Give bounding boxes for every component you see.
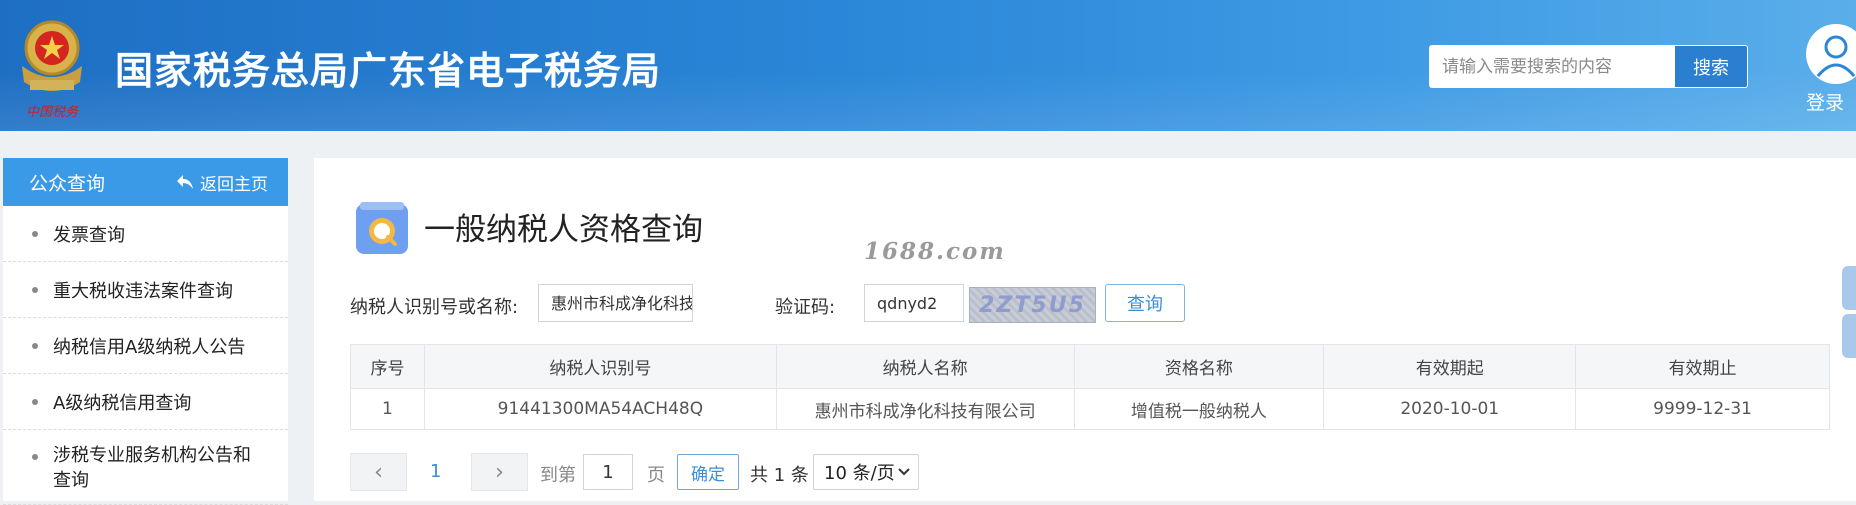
column-header: 纳税人名称 <box>775 344 1075 389</box>
page-unit-label: 页 <box>647 465 665 486</box>
main-panel: 一般纳税人资格查询 1688.com 纳税人识别号或名称: 惠州市科成净化科技有… <box>314 158 1856 501</box>
back-home-link[interactable]: 返回主页 <box>176 170 268 195</box>
bullet-icon <box>32 398 38 405</box>
site-search: 搜索 <box>1429 45 1748 88</box>
bullet-icon <box>32 342 38 349</box>
sidebar-item-a-level-credit-query[interactable]: A级纳税信用查询 <box>3 374 288 430</box>
column-header: 纳税人识别号 <box>423 344 777 389</box>
bullet-icon <box>32 230 38 237</box>
table-header-row: 序号 纳税人识别号 纳税人名称 资格名称 有效期起 有效期止 <box>350 344 1830 389</box>
goto-label: 到第 <box>540 465 576 486</box>
chevron-down-icon <box>898 468 910 476</box>
column-header: 有效期止 <box>1575 344 1830 389</box>
page-number[interactable]: 1 <box>430 461 441 482</box>
chevron-left-icon: ‹ <box>374 459 383 485</box>
table-cell: 9999-12-31 <box>1575 388 1830 430</box>
goto-page-input[interactable]: 1 <box>583 454 633 490</box>
table-cell: 91441300MA54ACH48Q <box>423 388 777 430</box>
column-header: 资格名称 <box>1073 344 1325 389</box>
login-button[interactable]: 登录 <box>1806 24 1856 114</box>
column-header: 序号 <box>350 344 425 389</box>
floating-chat-tab[interactable] <box>1842 266 1856 310</box>
chevron-right-icon: › <box>495 459 504 485</box>
sidebar-item-label: A级纳税信用查询 <box>53 392 192 414</box>
page-size-select[interactable]: 10 条/页 <box>813 454 919 490</box>
taxpayer-label: 纳税人识别号或名称: <box>350 297 519 318</box>
page-title: 一般纳税人资格查询 <box>424 212 703 248</box>
bullet-icon <box>32 454 38 460</box>
captcha-input[interactable]: qdnyd2 <box>864 284 964 322</box>
sidebar: 公众查询 返回主页 发票查询 重大税收违法案件查询 纳税信用A级纳税人公告 A级… <box>3 158 288 505</box>
search-input[interactable] <box>1430 46 1674 87</box>
captcha-image[interactable]: 2ZT5U5 <box>969 287 1096 323</box>
tax-emblem-icon: 中国税务 <box>22 20 82 120</box>
floating-top-tab[interactable] <box>1842 314 1856 358</box>
pagination: ‹ 1 › 到第 1 页 确定 共 1 条 10 条/页 <box>350 453 1750 491</box>
sidebar-item-label: 重大税收违法案件查询 <box>53 280 233 302</box>
return-arrow-icon <box>177 175 193 189</box>
sidebar-item-label: 发票查询 <box>53 224 125 246</box>
sidebar-item-a-level-announcement[interactable]: 纳税信用A级纳税人公告 <box>3 318 288 374</box>
taxpayer-input[interactable]: 惠州市科成净化科技有限公司 <box>538 284 693 322</box>
bullet-icon <box>32 286 38 293</box>
query-button[interactable]: 查询 <box>1105 284 1185 322</box>
table-cell: 增值税一般纳税人 <box>1073 388 1325 430</box>
sidebar-item-label: 纳税信用A级纳税人公告 <box>53 336 246 358</box>
sidebar-item-major-violation-query[interactable]: 重大税收违法案件查询 <box>3 262 288 318</box>
login-label: 登录 <box>1806 92 1845 114</box>
goto-confirm-button[interactable]: 确定 <box>677 454 739 490</box>
column-header: 有效期起 <box>1323 344 1577 389</box>
svg-text:中国税务: 中国税务 <box>26 105 79 120</box>
query-form: 纳税人识别号或名称: 惠州市科成净化科技有限公司 验证码: qdnyd2 2ZT… <box>314 284 1856 324</box>
page-size-value: 10 条/页 <box>824 463 895 484</box>
search-button[interactable]: 搜索 <box>1674 46 1747 87</box>
next-page-button[interactable]: › <box>471 453 528 491</box>
sidebar-item-tax-service-agency[interactable]: 涉税专业服务机构公告和查询 <box>3 430 288 505</box>
table-cell: 1 <box>350 388 425 430</box>
result-table: 序号 纳税人识别号 纳税人名称 资格名称 有效期起 有效期止 1 9144130… <box>350 344 1830 430</box>
site-header: 中国税务 国家税务总局广东省电子税务局 搜索 登录 <box>0 0 1856 131</box>
captcha-label: 验证码: <box>775 297 836 318</box>
sidebar-title: 公众查询 <box>29 172 106 195</box>
prev-page-button[interactable]: ‹ <box>350 453 407 491</box>
table-row: 1 91441300MA54ACH48Q 惠州市科成净化科技有限公司 增值税一般… <box>350 388 1830 430</box>
table-cell: 2020-10-01 <box>1323 388 1577 430</box>
user-avatar-icon <box>1806 24 1856 84</box>
sidebar-item-invoice-query[interactable]: 发票查询 <box>3 206 288 262</box>
sidebar-item-label: 涉税专业服务机构公告和查询 <box>53 445 251 491</box>
total-count: 共 1 条 <box>750 465 809 486</box>
sidebar-header: 公众查询 返回主页 <box>3 158 288 206</box>
site-title: 国家税务总局广东省电子税务局 <box>115 49 662 93</box>
watermark: 1688.com <box>864 238 1006 265</box>
search-document-icon <box>356 202 408 254</box>
back-home-label: 返回主页 <box>200 174 268 195</box>
table-cell: 惠州市科成净化科技有限公司 <box>775 388 1075 430</box>
